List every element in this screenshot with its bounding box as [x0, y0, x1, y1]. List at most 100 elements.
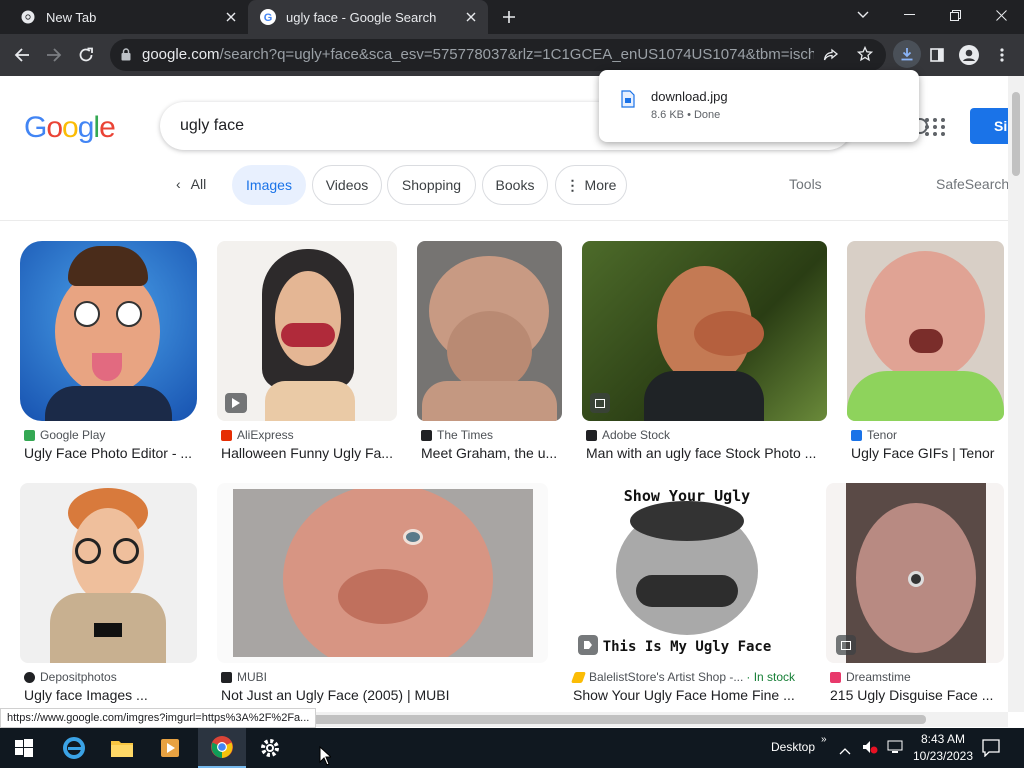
depositphotos-icon: [24, 671, 35, 683]
scrollbar-thumb[interactable]: [1012, 92, 1020, 176]
file-icon: [621, 90, 635, 108]
result-image-8[interactable]: Show Your Ugly Face This Is My Ugly Face: [568, 483, 806, 663]
result-image-9[interactable]: [826, 483, 1004, 663]
image-badge-icon: [836, 635, 856, 655]
tab-new-tab[interactable]: New Tab: [0, 0, 248, 34]
aliexpress-icon: [221, 429, 232, 441]
pencil-icon: [570, 671, 587, 683]
tab-search-chevron-icon[interactable]: [840, 0, 886, 30]
filter-videos[interactable]: Videos: [312, 165, 382, 205]
vertical-scrollbar[interactable]: [1008, 76, 1024, 712]
filter-more[interactable]: ⋮ More: [555, 165, 627, 205]
result-caption[interactable]: Ugly Face GIFs | Tenor: [851, 445, 1004, 461]
address-bar[interactable]: google.com/search?q=ugly+face&sca_esv=57…: [110, 39, 886, 71]
result-image-3[interactable]: [417, 241, 562, 421]
volume-muted-icon[interactable]: [862, 740, 878, 759]
minimize-button[interactable]: [886, 0, 932, 30]
source-label: Adobe Stock: [602, 428, 671, 442]
status-bar-url: https://www.google.com/imgres?imgurl=htt…: [0, 708, 317, 728]
result-caption[interactable]: Ugly Face Photo Editor - ...: [24, 445, 196, 461]
screen: New Tab G ugly face - Google Search goog…: [0, 0, 1024, 768]
profile-avatar[interactable]: [957, 43, 981, 67]
google-logo[interactable]: Google: [24, 111, 116, 145]
close-window-button[interactable]: [978, 0, 1024, 30]
result-caption[interactable]: Man with an ugly face Stock Photo ...: [586, 445, 826, 461]
download-filename[interactable]: download.jpg: [651, 89, 728, 104]
new-tab-button[interactable]: [498, 7, 520, 27]
download-bubble[interactable]: download.jpg 8.6 KB • Done: [599, 70, 919, 142]
close-tab-icon[interactable]: [462, 8, 480, 26]
filter-shopping[interactable]: Shopping: [387, 165, 476, 205]
share-icon[interactable]: [823, 47, 839, 68]
tab-strip: New Tab G ugly face - Google Search: [0, 0, 1024, 34]
file-explorer-icon[interactable]: [98, 728, 146, 768]
settings-gear-icon[interactable]: [246, 728, 294, 768]
internet-explorer-icon[interactable]: [50, 728, 98, 768]
result-image-7[interactable]: [217, 483, 548, 663]
chevron-left-icon: ‹: [176, 176, 181, 192]
download-status: 8.6 KB • Done: [651, 109, 721, 121]
source-label: AliExpress: [237, 428, 294, 442]
source-label: Tenor: [867, 428, 898, 442]
tools-button[interactable]: Tools: [789, 176, 822, 192]
result-caption[interactable]: Halloween Funny Ugly Fa...: [221, 445, 395, 461]
network-icon[interactable]: [887, 740, 903, 759]
google-play-icon: [24, 429, 35, 441]
filter-all[interactable]: ‹ All: [176, 176, 206, 192]
result-image-6[interactable]: [20, 483, 197, 663]
lock-icon[interactable]: [121, 48, 131, 66]
toolbar-expand-icon[interactable]: »: [821, 734, 827, 745]
result-caption[interactable]: Show Your Ugly Face Home Fine ...: [573, 687, 805, 703]
source-label: BalelistStore's Artist Shop -...: [589, 670, 744, 684]
source-label: Google Play: [40, 428, 106, 442]
dreamstime-icon: [830, 671, 841, 683]
divider: [0, 220, 1008, 221]
product-tag-icon: [578, 635, 598, 655]
chrome-taskbar-icon[interactable]: [198, 728, 246, 768]
adobe-stock-icon: [586, 429, 597, 441]
result-caption[interactable]: Meet Graham, the u...: [421, 445, 561, 461]
chrome-icon: [20, 9, 36, 25]
poster-bottom-text: This Is My Ugly Face: [602, 639, 772, 655]
filter-all-label: All: [190, 176, 207, 192]
result-caption[interactable]: 215 Ugly Disguise Face ...: [830, 687, 1000, 703]
menu-kebab-icon[interactable]: [990, 43, 1014, 67]
result-image-1[interactable]: [20, 241, 197, 421]
tray-chevron-up-icon[interactable]: [839, 742, 851, 760]
back-button[interactable]: [10, 43, 34, 67]
restore-button[interactable]: [932, 0, 978, 30]
url-path: /search?q=ugly+face&sca_esv=575778037&rl…: [219, 46, 814, 63]
result-image-5[interactable]: [847, 241, 1004, 421]
source-label: Depositphotos: [40, 670, 117, 684]
result-source: Dreamstime: [830, 670, 911, 684]
tab-google-search[interactable]: G ugly face - Google Search: [248, 0, 488, 34]
bookmark-star-icon[interactable]: [856, 45, 874, 67]
start-button[interactable]: [0, 728, 48, 768]
tab-title: New Tab: [46, 9, 97, 25]
result-caption[interactable]: Not Just an Ugly Face (2005) | MUBI: [221, 687, 547, 703]
filter-books[interactable]: Books: [482, 165, 548, 205]
result-image-4[interactable]: [582, 241, 827, 421]
source-label: Dreamstime: [846, 670, 911, 684]
system-clock[interactable]: 8:43 AM 10/23/2023: [912, 731, 974, 765]
url-text[interactable]: google.com/search?q=ugly+face&sca_esv=57…: [142, 46, 814, 63]
side-panel-icon[interactable]: [925, 43, 949, 67]
svg-text:G: G: [264, 12, 273, 24]
forward-button[interactable]: [42, 43, 66, 67]
media-player-icon[interactable]: [146, 728, 194, 768]
search-query: ugly face: [180, 117, 245, 134]
windows-taskbar: Desktop » 8:43 AM 10/23/2023: [0, 728, 1024, 768]
close-tab-icon[interactable]: [222, 8, 240, 26]
result-image-2[interactable]: [217, 241, 397, 421]
downloads-button[interactable]: [893, 40, 921, 68]
notifications-icon[interactable]: [982, 739, 1000, 762]
apps-grid-icon[interactable]: [924, 117, 946, 137]
result-source: BalelistStore's Artist Shop -... · In sto…: [570, 670, 795, 684]
result-source: MUBI: [221, 670, 267, 684]
the-times-icon: [421, 429, 432, 441]
filter-images[interactable]: Images: [232, 165, 306, 205]
result-caption[interactable]: Ugly face Images ...: [24, 687, 196, 703]
desktop-toolbar-label[interactable]: Desktop: [771, 740, 815, 754]
safesearch-button[interactable]: SafeSearch: [936, 176, 1009, 192]
reload-button[interactable]: [74, 43, 98, 67]
